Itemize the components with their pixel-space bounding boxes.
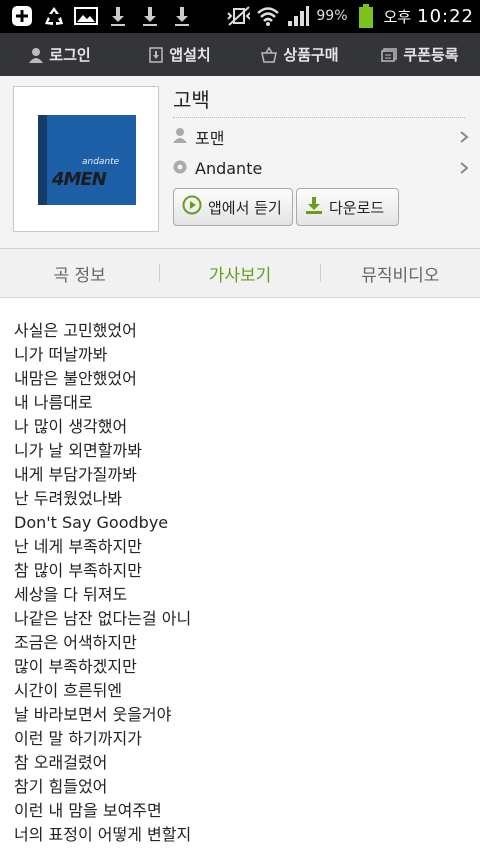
lyric-line: 난 네게 부족하지만 <box>14 537 142 556</box>
system-icons: 99% 오후 10:22 <box>226 4 474 28</box>
nav-purchase-label: 상품구매 <box>283 46 339 64</box>
content-tabs: 곡 정보 가사보기 뮤직비디오 <box>0 249 480 298</box>
lyric-line: 내게 부담가질까봐 <box>14 465 137 484</box>
add-icon <box>10 4 34 28</box>
lyric-line: 너의 표정이 어떻게 변할지 <box>14 825 192 844</box>
album-name: Andante <box>195 158 263 178</box>
download-label: 다운로드 <box>329 198 385 217</box>
artist-name: 포맨 <box>195 129 225 148</box>
download-box-icon <box>149 46 164 63</box>
lyric-line: Don't Say Goodbye <box>14 513 169 532</box>
lyric-line: 세상을 다 뒤져도 <box>14 585 128 604</box>
lyric-line: 사실은 고민했었어 <box>14 321 137 340</box>
battery-percent: 99% <box>316 8 348 24</box>
cover-logo-text: 4MEN <box>52 169 107 190</box>
listen-in-app-label: 앱에서 듣기 <box>208 198 282 217</box>
vibrate-mute-icon <box>226 4 251 28</box>
tab-lyrics[interactable]: 가사보기 <box>160 249 319 297</box>
lyric-line: 이런 내 맘을 보여주면 <box>14 801 162 820</box>
person-icon <box>29 47 44 63</box>
divider <box>173 117 465 118</box>
download-icon <box>138 4 162 28</box>
battery-icon <box>354 4 378 28</box>
play-circle-icon <box>182 195 202 219</box>
artist-link[interactable]: 포맨 <box>173 124 469 150</box>
top-nav: 로그인 앱설치 상품구매 쿠폰등록 <box>0 33 480 77</box>
image-icon <box>74 4 98 28</box>
song-title: 고백 <box>173 88 210 112</box>
lyric-line: 참 오래걸렸어 <box>14 753 108 772</box>
lyric-line: 날 바라보면서 웃을거야 <box>14 705 172 724</box>
lyric-line: 많이 부족하겠지만 <box>14 657 137 676</box>
album-cover[interactable]: andante 4MEN <box>13 86 159 232</box>
nav-app-install-label: 앱설치 <box>169 46 211 64</box>
listen-in-app-button[interactable]: 앱에서 듣기 <box>173 188 293 226</box>
lyric-line: 참 많이 부족하지만 <box>14 561 142 580</box>
tab-song-info[interactable]: 곡 정보 <box>0 249 159 297</box>
download-icon <box>106 4 130 28</box>
lyric-line: 조금은 어색하지만 <box>14 633 137 652</box>
chevron-right-icon <box>459 160 469 179</box>
signal-icon <box>286 4 310 28</box>
coupon-icon <box>381 47 398 62</box>
person-icon <box>173 127 187 147</box>
nav-app-install[interactable]: 앱설치 <box>120 33 240 76</box>
lyric-line: 내 나름대로 <box>14 393 93 412</box>
clock-time: 10:22 <box>417 5 474 27</box>
lyric-line: 내맘은 불안했었어 <box>14 369 137 388</box>
recycle-icon <box>42 4 66 28</box>
lyric-line: 니가 떠날까봐 <box>14 345 108 364</box>
download-icon <box>305 196 323 218</box>
nav-coupon[interactable]: 쿠폰등록 <box>360 33 480 76</box>
notification-icons <box>10 4 194 28</box>
album-art: andante 4MEN <box>38 115 136 205</box>
download-icon <box>170 4 194 28</box>
lyric-line: 이런 말 하기까지가 <box>14 729 142 748</box>
lyric-line: 시간이 흐른뒤엔 <box>14 681 123 700</box>
clock-ampm: 오후 <box>383 7 412 26</box>
lyrics-body: 사실은 고민했었어니가 떠날까봐내맘은 불안했었어내 나름대로나 많이 생각했어… <box>14 319 470 847</box>
disc-icon <box>173 159 187 178</box>
tab-music-video[interactable]: 뮤직비디오 <box>321 249 480 297</box>
lyric-line: 나 많이 생각했어 <box>14 417 128 436</box>
nav-login[interactable]: 로그인 <box>0 33 120 76</box>
status-bar: 99% 오후 10:22 <box>0 0 480 33</box>
cover-signature: andante <box>82 157 120 167</box>
song-header: andante 4MEN 고백 포맨 Andante 앱에서 듣기 다운로드 <box>0 76 480 249</box>
lyric-line: 난 두려웠었나봐 <box>14 489 123 508</box>
album-link[interactable]: Andante <box>173 155 469 181</box>
lyric-line: 니가 날 외면할까봐 <box>14 441 142 460</box>
chevron-right-icon <box>459 129 469 148</box>
nav-coupon-label: 쿠폰등록 <box>403 46 459 64</box>
lyric-line: 참기 힘들었어 <box>14 777 108 796</box>
basket-icon <box>261 46 278 63</box>
download-button[interactable]: 다운로드 <box>296 188 399 226</box>
lyric-line: 나같은 남잔 없다는걸 아니 <box>14 609 192 628</box>
nav-login-label: 로그인 <box>49 46 91 64</box>
nav-purchase[interactable]: 상품구매 <box>240 33 360 76</box>
wifi-icon <box>256 4 280 28</box>
